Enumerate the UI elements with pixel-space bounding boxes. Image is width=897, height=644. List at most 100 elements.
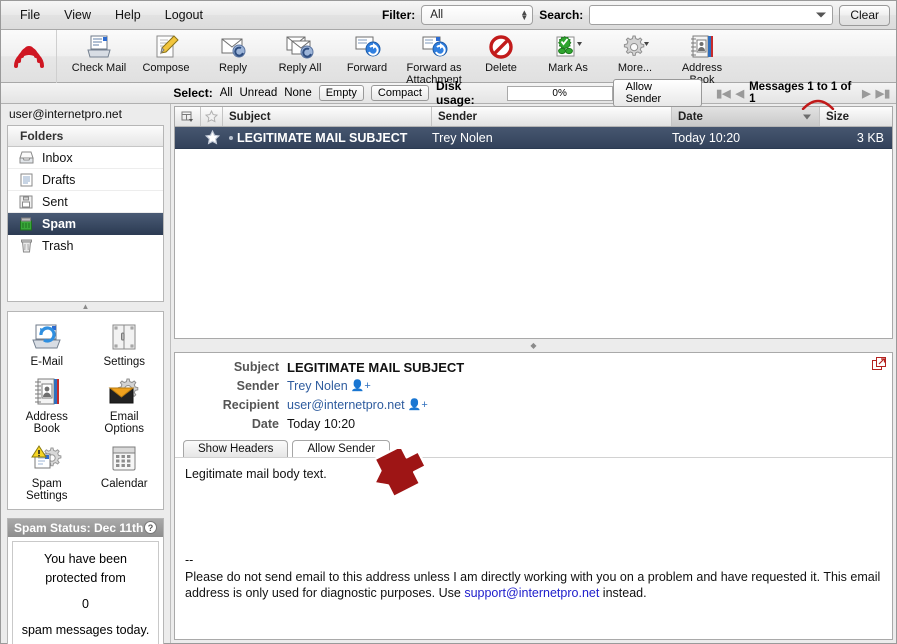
row-size: 3 KB: [856, 130, 884, 145]
menu-item-file[interactable]: File: [9, 5, 51, 25]
message-body-text: Legitimate mail body text.: [185, 467, 327, 481]
message-list-header: Subject Sender Date Size: [175, 107, 892, 127]
next-page-icon[interactable]: ▶: [862, 87, 870, 100]
toolbar-buttons: Check Mail Compose Reply Reply All Forwa…: [57, 30, 734, 86]
forward-as-attachment-icon: [420, 33, 448, 61]
column-header-sender[interactable]: Sender: [432, 107, 672, 126]
sidebar-item-label: Inbox: [42, 150, 73, 165]
applet-address-book[interactable]: Address Book: [8, 375, 86, 436]
menu-item-help[interactable]: Help: [104, 5, 152, 25]
help-icon[interactable]: ?: [144, 521, 157, 534]
sidebar-item-inbox[interactable]: Inbox: [8, 147, 163, 169]
column-header-date-label: Date: [678, 110, 703, 123]
row-subject-cell[interactable]: LEGITIMATE MAIL SUBJECT: [223, 131, 432, 145]
applet-email-options[interactable]: Email Options: [86, 375, 164, 436]
folders-panel-title: Folders: [8, 126, 163, 147]
menu-bar-right-controls: Filter: All ▲ ▼ Search: Clear: [382, 1, 890, 29]
table-row[interactable]: LEGITIMATE MAIL SUBJECT Trey Nolen Today…: [175, 127, 892, 149]
message-tabs: Show Headers Allow Sender: [175, 438, 892, 457]
filter-select[interactable]: All ▲ ▼: [421, 5, 534, 25]
column-header-date[interactable]: Date: [672, 107, 820, 126]
delete-button[interactable]: Delete: [469, 30, 533, 75]
sidebar-item-drafts[interactable]: Drafts: [8, 169, 163, 191]
sent-icon: [16, 195, 36, 209]
column-header-subject[interactable]: Subject: [223, 107, 432, 126]
reply-button[interactable]: Reply: [201, 30, 265, 75]
webmail-app-window: File View Help Logout Filter: All ▲ ▼ Sea…: [0, 0, 897, 644]
select-all-link[interactable]: All: [220, 87, 233, 99]
support-email-link[interactable]: support@internetpro.net: [464, 586, 599, 600]
message-signature: -- Please do not send email to this addr…: [185, 552, 882, 601]
compact-button[interactable]: Compact: [370, 85, 429, 101]
applet-calendar[interactable]: Calendar: [86, 442, 164, 503]
applet-email[interactable]: E-Mail: [8, 320, 86, 369]
compose-icon: [152, 33, 180, 61]
forward-button[interactable]: Forward: [335, 30, 399, 75]
check-mail-button[interactable]: Check Mail: [67, 30, 131, 75]
last-page-icon[interactable]: ▶▮: [876, 87, 891, 100]
select-none-link[interactable]: None: [284, 87, 312, 99]
address-book-button[interactable]: Address Book: [670, 30, 734, 86]
spam-status-title: Spam Status: Dec 11th: [14, 520, 144, 535]
sidebar-splitter-top[interactable]: ▲: [1, 302, 170, 311]
sidebar: user@internetpro.net Folders Inbox Draft…: [1, 104, 171, 644]
applet-spam-settings[interactable]: Spam Settings: [8, 442, 86, 503]
applet-label: Email Options: [104, 410, 145, 436]
sidebar-item-label: Sent: [42, 194, 68, 209]
recipient-label: Recipient: [222, 398, 279, 412]
allow-sender-toolbar-button[interactable]: Allow Sender: [612, 79, 703, 107]
prev-page-icon[interactable]: ◀: [736, 87, 744, 100]
tab-show-headers[interactable]: Show Headers: [183, 440, 289, 457]
column-header-size[interactable]: Size: [820, 107, 892, 126]
delete-label: Delete: [485, 62, 517, 74]
reply-all-button[interactable]: Reply All: [268, 30, 332, 75]
sidebar-item-spam[interactable]: Spam: [8, 213, 163, 235]
account-email: user@internetpro.net: [9, 107, 122, 121]
folders-panel: Folders Inbox Drafts Sent Spam Trash: [7, 125, 164, 302]
address-book-applet-icon: [32, 375, 62, 409]
column-header-star[interactable]: [201, 107, 223, 126]
header-row-recipient: Recipient user@internetpro.net 👤+: [175, 396, 892, 415]
filter-select-value: All: [430, 9, 444, 21]
more-button[interactable]: More...: [603, 30, 667, 75]
tab-allow-sender[interactable]: Allow Sender: [292, 440, 391, 457]
recipient-value[interactable]: user@internetpro.net: [287, 396, 405, 415]
sender-value[interactable]: Trey Nolen: [287, 377, 348, 396]
clear-search-button[interactable]: Clear: [839, 4, 890, 26]
applets-panel: E-Mail Settings Address Book Email Optio…: [7, 311, 164, 510]
columns-chooser-icon: [181, 111, 193, 122]
check-mail-icon: [85, 33, 113, 61]
select-group: Select: All Unread None Empty Compact Di…: [173, 79, 613, 107]
chevron-down-icon[interactable]: [816, 12, 827, 18]
applet-label: Settings: [103, 356, 146, 368]
select-unread-link[interactable]: Unread: [240, 87, 278, 99]
signature-text-2: instead.: [599, 586, 647, 600]
compose-button[interactable]: Compose: [134, 30, 198, 75]
compose-label: Compose: [142, 62, 190, 74]
mark-as-button[interactable]: Mark As: [536, 30, 600, 75]
red-signal-waves-logo-icon: [13, 45, 44, 68]
forward-icon: [353, 33, 381, 61]
folders-empty-space: [8, 257, 163, 301]
first-page-icon[interactable]: ▮◀: [716, 87, 731, 100]
forward-as-attachment-button[interactable]: Forward as Attachment: [402, 30, 466, 86]
main-pane: Subject Sender Date Size LEGITIMATE MAIL…: [171, 104, 896, 643]
menu-item-logout[interactable]: Logout: [154, 5, 214, 25]
sidebar-item-label: Drafts: [42, 172, 76, 187]
sidebar-item-sent[interactable]: Sent: [8, 191, 163, 213]
pager-text: Messages 1 to 1 of 1: [749, 81, 852, 105]
sidebar-item-trash[interactable]: Trash: [8, 235, 163, 257]
search-input[interactable]: [589, 5, 834, 25]
add-sender-to-contacts-icon[interactable]: 👤+: [351, 377, 371, 396]
add-recipient-to-contacts-icon[interactable]: 👤+: [408, 396, 428, 415]
stepper-icon: ▲ ▼: [520, 8, 529, 22]
header-row-subject: Subject LEGITIMATE MAIL SUBJECT: [175, 358, 892, 377]
menu-item-view[interactable]: View: [53, 5, 102, 25]
column-header-flag[interactable]: [175, 107, 201, 126]
list-detail-splitter[interactable]: ◆: [174, 339, 893, 352]
open-in-new-window-icon[interactable]: [872, 357, 887, 371]
applet-settings[interactable]: Settings: [86, 320, 164, 369]
message-detail-pane: Subject LEGITIMATE MAIL SUBJECT Sender T…: [174, 352, 893, 640]
empty-button[interactable]: Empty: [318, 85, 364, 101]
row-star-cell[interactable]: [201, 130, 223, 145]
